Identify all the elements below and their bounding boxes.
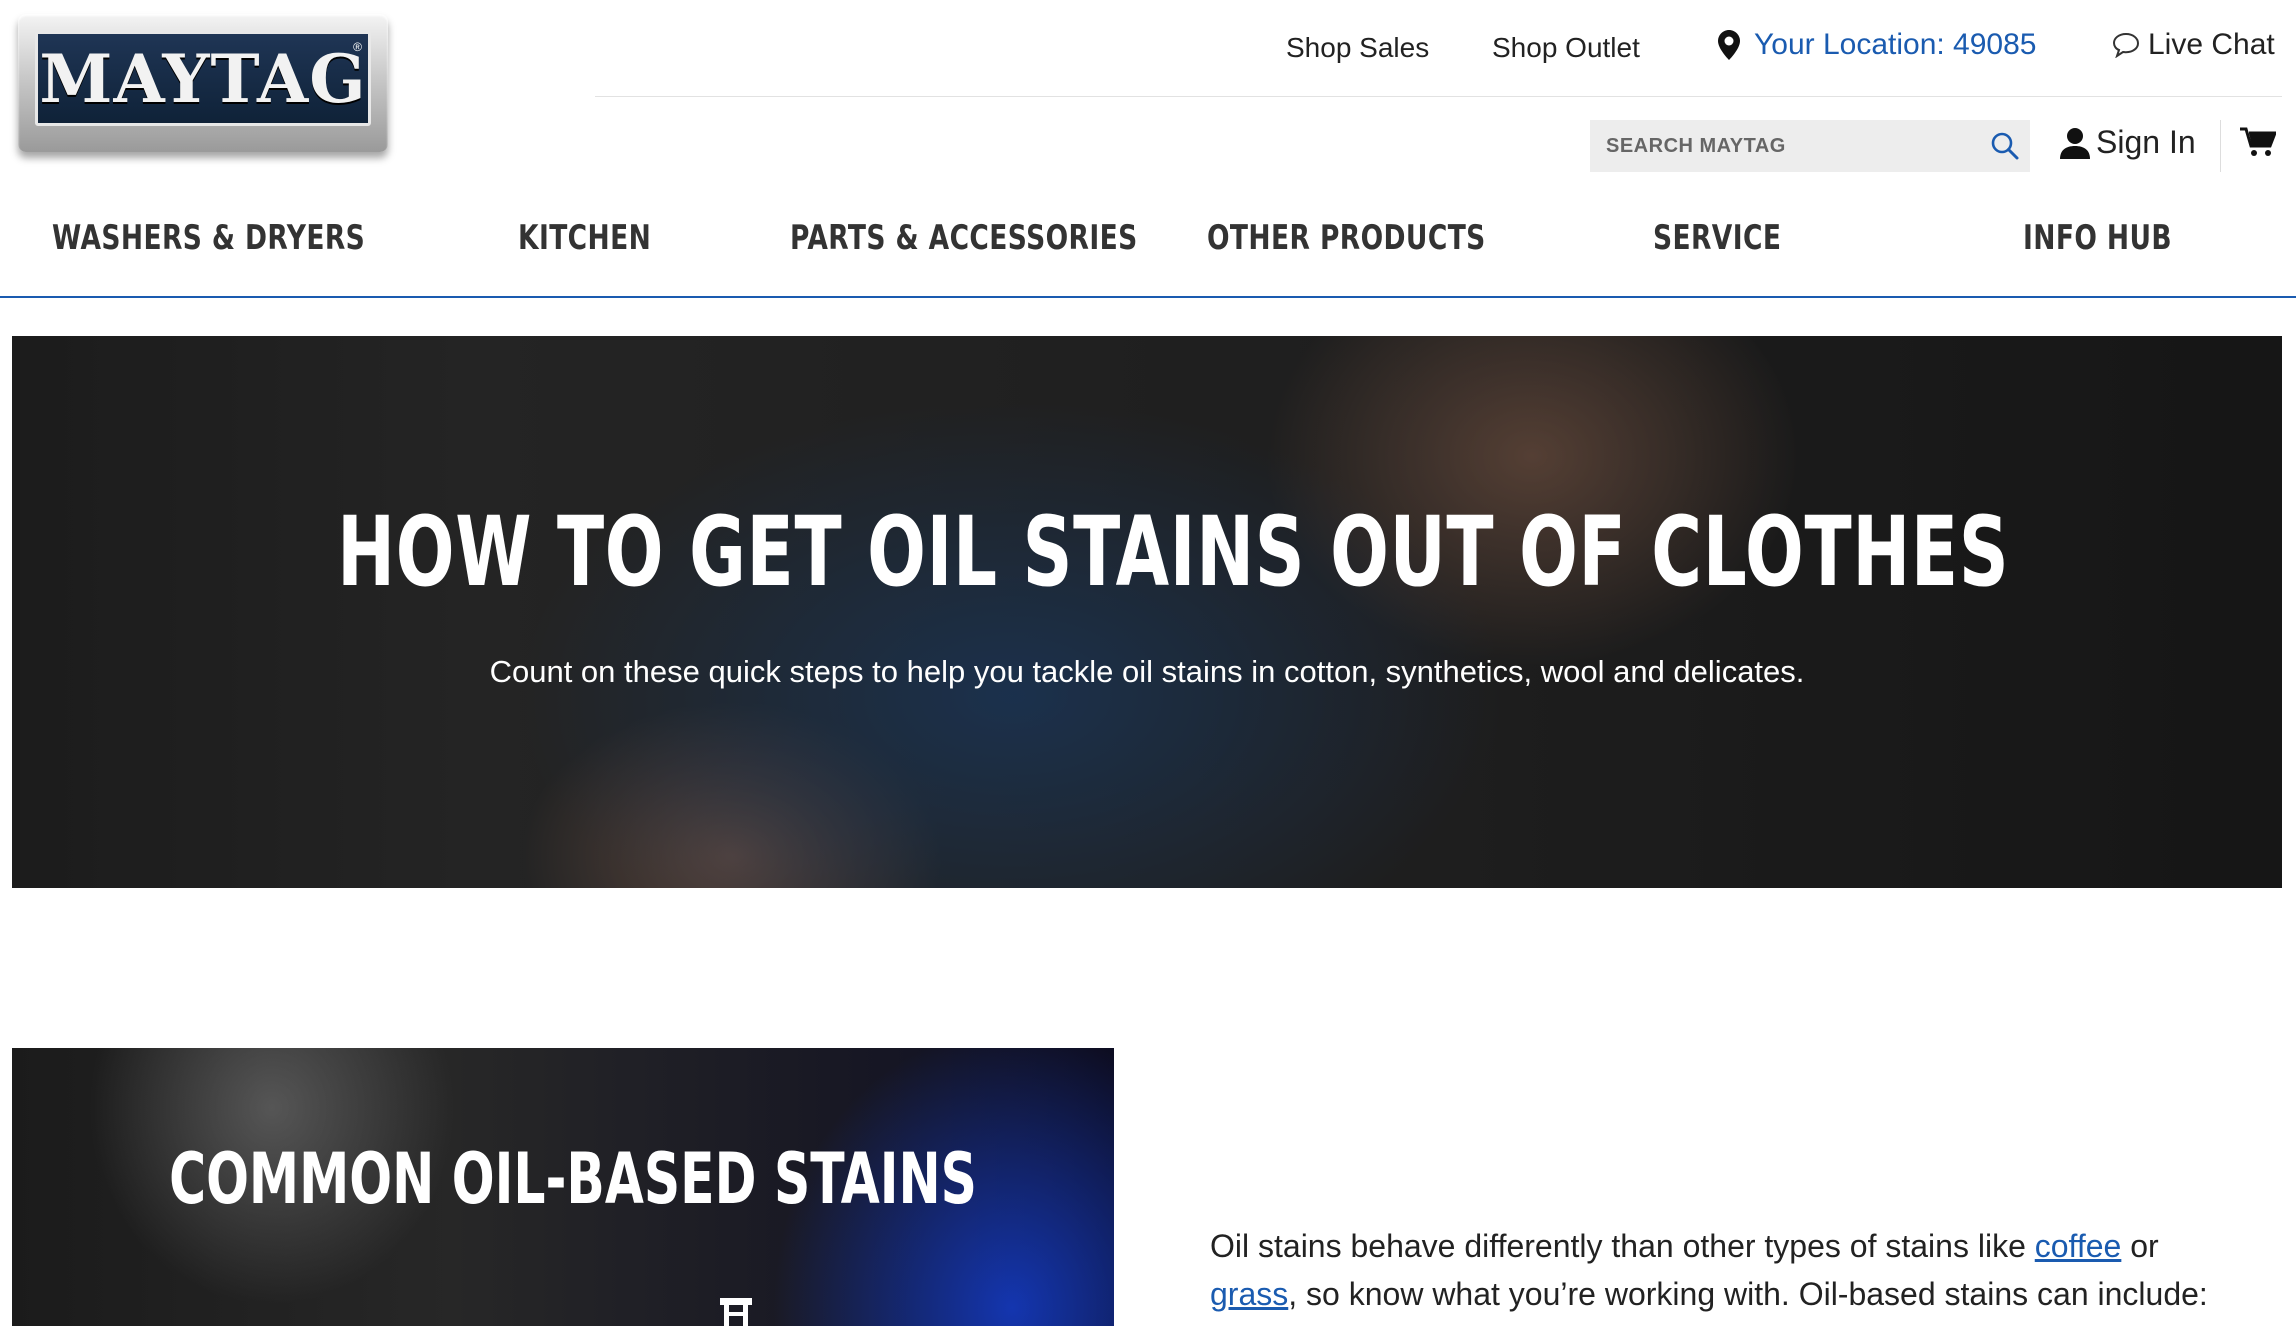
logo-badge: MAYTAG ® bbox=[35, 31, 371, 126]
live-chat-label: Live Chat bbox=[2148, 28, 2275, 61]
location-link[interactable]: Your Location: 49085 bbox=[1718, 28, 2036, 62]
shop-sales-link[interactable]: Shop Sales bbox=[1286, 32, 1429, 64]
hero-title: HOW TO GET OIL STAINS OUT OF CLOTHES bbox=[337, 496, 2010, 608]
live-chat-link[interactable]: Live Chat bbox=[2112, 28, 2275, 62]
common-stains-card: COMMON OIL-BASED STAINS bbox=[12, 1048, 1114, 1326]
nav-kitchen[interactable]: KITCHEN bbox=[518, 218, 651, 258]
sign-in-label: Sign In bbox=[2096, 124, 2196, 160]
logo-text: MAYTAG bbox=[39, 39, 367, 118]
chat-bubble-icon bbox=[2112, 32, 2140, 58]
account-divider bbox=[2220, 120, 2221, 172]
nav-parts-accessories[interactable]: PARTS & ACCESSORIES bbox=[790, 218, 1138, 258]
intro-text-3: , so know what you’re working with. Oil-… bbox=[1288, 1276, 2208, 1312]
nav-washers-dryers[interactable]: WASHERS & DRYERS bbox=[52, 218, 365, 258]
shop-outlet-link[interactable]: Shop Outlet bbox=[1492, 32, 1640, 64]
maytag-logo[interactable]: MAYTAG ® bbox=[18, 14, 388, 152]
nav-service[interactable]: SERVICE bbox=[1653, 218, 1781, 258]
location-pin-icon bbox=[1718, 30, 1740, 60]
grass-link[interactable]: grass bbox=[1210, 1276, 1288, 1312]
stain-item-icon bbox=[720, 1298, 752, 1326]
hero-banner: HOW TO GET OIL STAINS OUT OF CLOTHES Cou… bbox=[12, 336, 2282, 888]
utility-bar: Shop Sales Shop Outlet Your Location: 49… bbox=[1240, 28, 2286, 68]
search-input[interactable] bbox=[1590, 133, 1980, 159]
registered-mark: ® bbox=[353, 40, 362, 54]
cart-button[interactable] bbox=[2240, 126, 2278, 163]
intro-paragraph: Oil stains behave differently than other… bbox=[1210, 1222, 2250, 1318]
location-label: Your Location: 49085 bbox=[1754, 28, 2037, 61]
cart-icon bbox=[2240, 127, 2278, 156]
user-icon bbox=[2060, 127, 2090, 159]
nav-info-hub[interactable]: INFO HUB bbox=[2023, 218, 2172, 258]
hero-subtitle: Count on these quick steps to help you t… bbox=[489, 654, 1805, 689]
sign-in-link[interactable]: Sign In bbox=[2060, 124, 2196, 161]
header-divider bbox=[595, 96, 2282, 97]
intro-text-2: or bbox=[2121, 1228, 2159, 1264]
main-nav: WASHERS & DRYERS KITCHEN PARTS & ACCESSO… bbox=[0, 208, 2296, 298]
search-box bbox=[1590, 120, 2030, 172]
search-button[interactable] bbox=[1980, 120, 2030, 172]
nav-other-products[interactable]: OTHER PRODUCTS bbox=[1207, 218, 1486, 258]
intro-text-1: Oil stains behave differently than other… bbox=[1210, 1228, 2035, 1264]
coffee-link[interactable]: coffee bbox=[2035, 1228, 2122, 1264]
search-icon bbox=[1991, 132, 2019, 160]
stains-card-title: COMMON OIL-BASED STAINS bbox=[169, 1138, 977, 1220]
